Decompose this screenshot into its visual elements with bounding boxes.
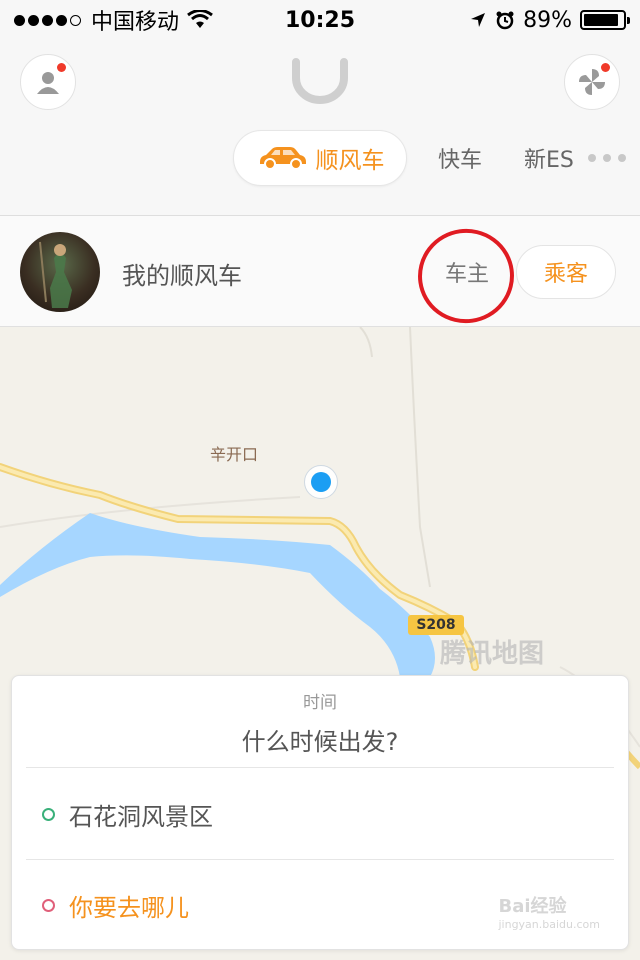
status-bar: 中国移动 10:25 89%	[0, 0, 640, 40]
divider	[26, 767, 614, 768]
tab-new-es[interactable]: 新ES	[524, 130, 574, 186]
car-icon	[259, 147, 306, 170]
trip-card: 时间 什么时候出发? 石花洞风景区 你要去哪儿 Bai经验 jingyan.ba…	[11, 675, 629, 950]
tab-express[interactable]: 快车	[438, 130, 482, 186]
map-place-label: 辛开口	[210, 445, 259, 464]
carrier-name: 中国移动	[91, 10, 180, 35]
more-tabs-icon[interactable]	[588, 154, 626, 162]
current-location-marker	[304, 465, 338, 499]
alarm-icon	[496, 11, 514, 30]
role-passenger-label: 乘客	[543, 262, 588, 287]
user-icon	[37, 72, 59, 94]
destination-placeholder: 你要去哪儿	[69, 893, 189, 922]
service-tabs: 顺风车 快车 新ES	[0, 130, 640, 186]
origin-dot-icon	[42, 807, 55, 821]
notification-dot	[601, 63, 610, 72]
promotions-button[interactable]	[564, 54, 620, 110]
avatar[interactable]	[20, 232, 100, 312]
departure-time-button[interactable]: 什么时候出发?	[12, 722, 628, 757]
baidu-watermark: Bai经验 jingyan.baidu.com	[498, 892, 600, 931]
app-header: 顺风车 快车 新ES	[0, 40, 640, 216]
profile-button[interactable]	[20, 54, 76, 110]
tab-hitch-label: 顺风车	[315, 148, 385, 174]
destination-dot-icon	[42, 898, 55, 912]
notification-dot	[57, 63, 66, 72]
baidu-watermark-text: Bai经验	[498, 896, 567, 917]
role-driver-label: 车主	[444, 262, 489, 287]
profile-title: 我的顺风车	[122, 262, 242, 290]
signal-strength-icon	[14, 14, 81, 26]
tab-express-label: 快车	[438, 148, 483, 173]
tab-new-es-label: 新ES	[524, 148, 574, 173]
role-passenger-button[interactable]: 乘客	[516, 245, 616, 299]
role-driver-button[interactable]: 车主	[430, 246, 504, 298]
origin-field[interactable]: 石花洞风景区	[12, 769, 628, 859]
avatar-figure	[39, 241, 72, 308]
location-arrow-icon	[471, 13, 486, 27]
hitch-profile-bar: 我的顺风车 车主 乘客	[0, 216, 640, 330]
map-provider-watermark: 腾讯地图	[440, 639, 545, 669]
battery-percent: 89%	[523, 7, 572, 33]
wifi-icon	[187, 10, 213, 28]
baidu-watermark-url: jingyan.baidu.com	[498, 918, 600, 931]
road-shield: S208	[408, 615, 464, 635]
time-label: 时间	[303, 693, 337, 713]
tab-hitch[interactable]: 顺风车	[233, 130, 407, 186]
origin-text: 石花洞风景区	[69, 802, 213, 831]
didi-logo-icon	[292, 58, 348, 104]
battery-icon	[580, 10, 630, 30]
